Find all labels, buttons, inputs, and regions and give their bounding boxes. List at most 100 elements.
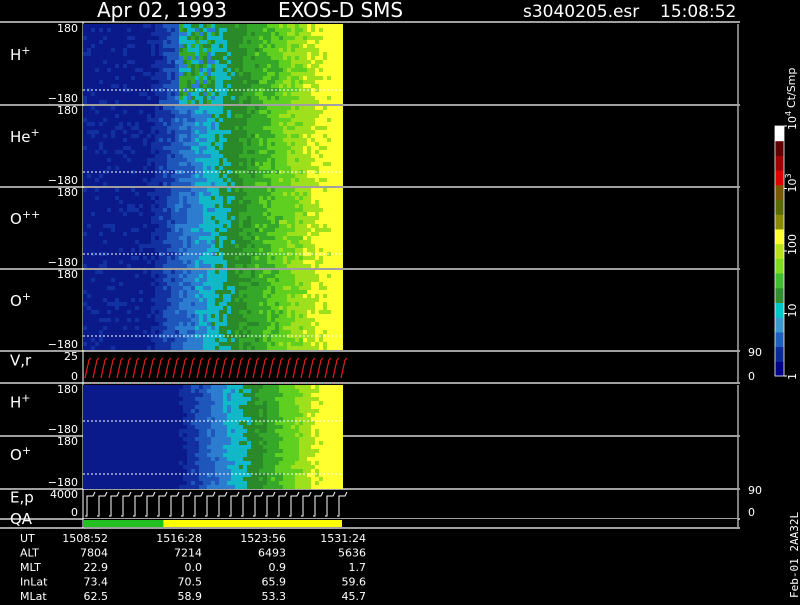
spectrogram-cell bbox=[203, 154, 207, 158]
spectrogram-cell bbox=[171, 302, 175, 306]
spectrogram-cell bbox=[323, 158, 327, 162]
spectrogram-cell bbox=[175, 346, 179, 350]
spectrogram-cell bbox=[271, 60, 275, 64]
spectrogram-cell bbox=[175, 80, 179, 84]
spectrogram-cell bbox=[299, 244, 303, 248]
spectrogram-cell bbox=[215, 130, 219, 134]
spectrogram-cell bbox=[159, 126, 163, 130]
spectrogram-cell bbox=[255, 322, 259, 326]
spectrogram-cell bbox=[167, 216, 171, 220]
spectrogram-cell bbox=[99, 302, 103, 306]
spectrogram-cell bbox=[215, 182, 219, 186]
spectrogram-cell bbox=[83, 278, 87, 282]
spectrogram-cell bbox=[111, 158, 115, 162]
spectrogram-cell bbox=[215, 24, 219, 28]
spectrogram-cell bbox=[335, 174, 339, 178]
spectrogram-cell bbox=[215, 188, 219, 192]
spectrogram-cell bbox=[291, 182, 295, 186]
spectrogram-cell bbox=[111, 232, 115, 236]
spectrogram-cell bbox=[175, 166, 179, 170]
spectrogram-cell bbox=[195, 278, 199, 282]
spectrogram-cell bbox=[235, 260, 239, 264]
spectrogram-cell bbox=[175, 44, 179, 48]
spectrogram-cell bbox=[175, 208, 179, 212]
spectrogram-cell bbox=[147, 52, 151, 56]
spectrogram-cell bbox=[267, 196, 271, 200]
spectrogram-cell bbox=[307, 84, 311, 88]
spectrogram-cell bbox=[239, 76, 243, 80]
spectrogram-cell bbox=[159, 346, 163, 350]
spectrogram-cell bbox=[303, 240, 307, 244]
spectrogram-cell bbox=[275, 282, 279, 286]
spectrogram-cell bbox=[247, 260, 251, 264]
spectrogram-cell bbox=[103, 72, 107, 76]
spectrogram-cell bbox=[203, 92, 207, 96]
spectrogram-cell bbox=[315, 68, 319, 72]
spectrogram-cell bbox=[139, 264, 143, 268]
spectrogram-cell bbox=[339, 212, 343, 216]
spectrogram-cell bbox=[179, 174, 183, 178]
spectrogram-cell bbox=[223, 204, 227, 208]
spectrogram-cell bbox=[319, 80, 323, 84]
spectrogram-cell bbox=[287, 228, 291, 232]
spectrogram-cell bbox=[239, 134, 243, 138]
spectrogram-cell bbox=[323, 154, 327, 158]
spectrogram-cell bbox=[83, 294, 87, 298]
spectrogram-cell bbox=[247, 224, 251, 228]
spectrogram-cell bbox=[223, 174, 227, 178]
spectrogram-cell bbox=[315, 236, 319, 240]
spectrogram-cell bbox=[127, 256, 131, 260]
spectrogram-cell bbox=[127, 142, 131, 146]
spectrogram-cell bbox=[311, 24, 315, 28]
spectrogram-cell bbox=[187, 188, 191, 192]
spectrogram-cell bbox=[187, 322, 191, 326]
spectrogram-cell bbox=[255, 188, 259, 192]
spectrogram-cell bbox=[247, 330, 251, 334]
spectrogram-cell bbox=[239, 32, 243, 36]
spectrogram-cell bbox=[291, 204, 295, 208]
spectrogram-cell bbox=[315, 48, 319, 52]
spectrogram-cell bbox=[275, 126, 279, 130]
spectrogram-cell bbox=[259, 52, 263, 56]
plot-stage: Apr 02, 1993 EXOS-D SMS s3040205.esr 15:… bbox=[0, 0, 800, 600]
spectrogram-cell bbox=[303, 174, 307, 178]
spectrogram-cell bbox=[255, 138, 259, 142]
spectrogram-cell bbox=[95, 224, 99, 228]
spectrogram-cell bbox=[147, 256, 151, 260]
spectrogram-cell bbox=[291, 256, 295, 260]
spectrogram-cell bbox=[91, 80, 95, 84]
spectrogram-cell bbox=[111, 260, 115, 264]
spectrogram-cell bbox=[195, 162, 199, 166]
spectrogram-cell bbox=[135, 192, 139, 196]
spectrogram-cell bbox=[299, 134, 303, 138]
spectrogram-cell bbox=[131, 260, 135, 264]
spectrogram-cell bbox=[183, 244, 187, 248]
spectrogram-cell bbox=[267, 318, 271, 322]
spectrogram-cell bbox=[219, 256, 223, 260]
spectrogram-cell bbox=[219, 302, 223, 306]
spectrogram-cell bbox=[111, 84, 115, 88]
spectrogram-cell bbox=[99, 274, 103, 278]
spectrogram-cell bbox=[127, 76, 131, 80]
spectrogram-cell bbox=[83, 182, 87, 186]
spectrogram-cell bbox=[219, 216, 223, 220]
spectrogram-cell bbox=[295, 260, 299, 264]
spectrogram-cell bbox=[183, 196, 187, 200]
spectrogram-cell bbox=[195, 64, 199, 68]
spectrogram-cell bbox=[307, 260, 311, 264]
spectrogram-cell bbox=[339, 114, 343, 118]
spectrogram-cell bbox=[207, 188, 211, 192]
spectrogram-cell bbox=[335, 92, 339, 96]
spectrogram-cell bbox=[287, 146, 291, 150]
spectrogram-cell bbox=[183, 264, 187, 268]
spectrogram-cell bbox=[263, 298, 267, 302]
spectrogram-cell bbox=[263, 274, 267, 278]
spectrogram-cell bbox=[231, 342, 235, 346]
spectrogram-cell bbox=[187, 150, 191, 154]
spectrogram-cell bbox=[159, 150, 163, 154]
spectrogram-cell bbox=[159, 64, 163, 68]
spectrogram-cell bbox=[187, 84, 191, 88]
spectrogram-cell bbox=[95, 154, 99, 158]
spectrogram-cell bbox=[203, 342, 207, 346]
spectrogram-cell bbox=[223, 306, 227, 310]
